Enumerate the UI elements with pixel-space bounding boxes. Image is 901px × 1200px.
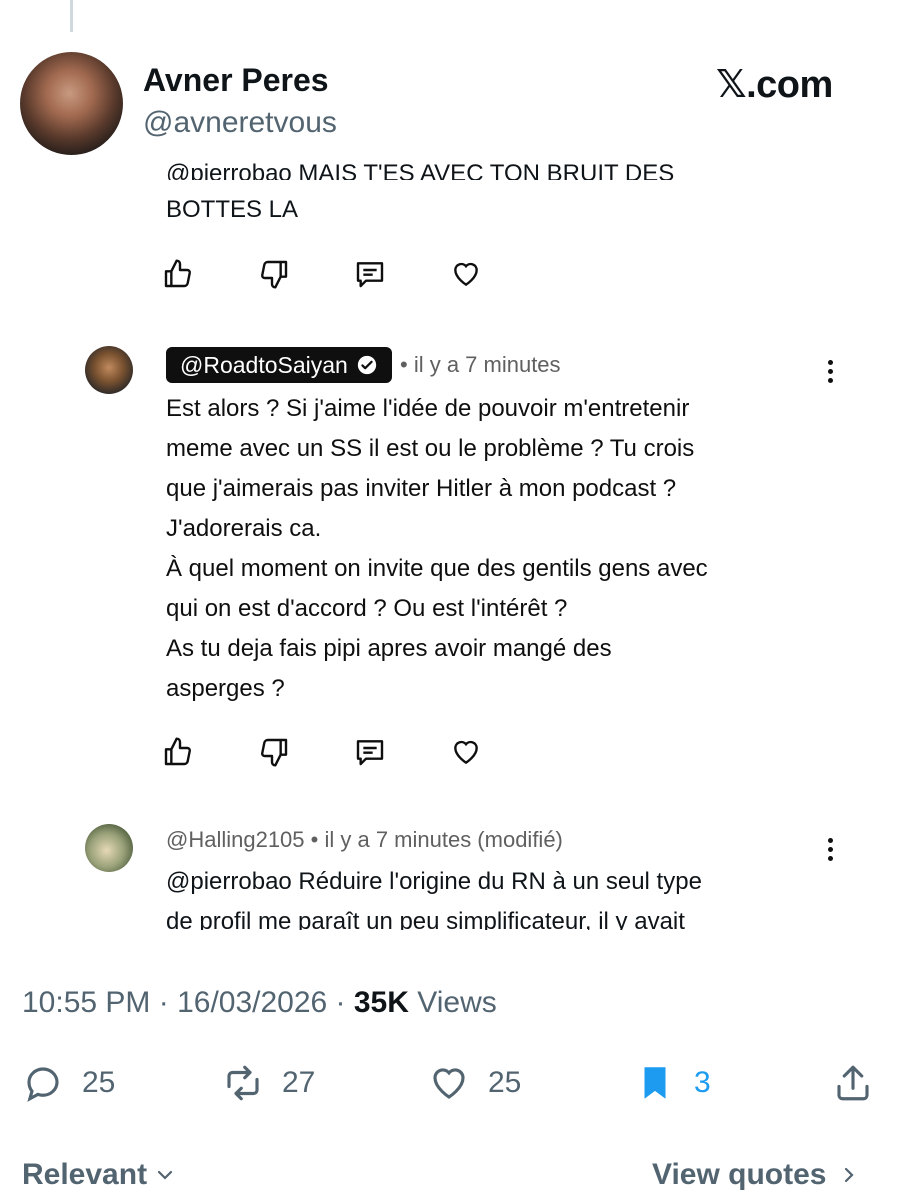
comment-body-clipped: @pierrobao Réduire l'origine du RN à un …	[166, 868, 702, 930]
sort-replies-dropdown[interactable]: Relevant	[22, 1158, 177, 1192]
bookmark-filled-icon	[644, 1067, 666, 1099]
timestamp: 10:55 PM · 16/03/2026 ·	[22, 986, 354, 1019]
reply-comment-icon[interactable]	[352, 256, 388, 292]
reply-icon	[27, 1067, 59, 1102]
chevron-down-icon	[157, 1170, 173, 1180]
share-button[interactable]	[832, 1062, 874, 1104]
comment-actions	[160, 734, 544, 770]
comment-body: Est alors ? Si j'aime l'idée de pouvoir …	[166, 395, 708, 702]
commenter-handle: @RoadtoSaiyan	[180, 351, 348, 378]
comment-actions	[160, 256, 544, 292]
like-button[interactable]: 25	[428, 1062, 521, 1104]
thread-line	[70, 0, 73, 32]
repost-button[interactable]: 27	[222, 1062, 315, 1104]
comment-meta: • il y a 7 minutes (modifié)	[310, 827, 563, 852]
share-icon	[837, 1065, 869, 1101]
thumbs-up-icon[interactable]	[160, 734, 196, 770]
more-options-icon[interactable]	[826, 360, 834, 383]
commenter-handle-badge[interactable]: @RoadtoSaiyan	[166, 347, 392, 383]
repost-icon	[227, 1065, 259, 1101]
heart-icon[interactable]	[448, 256, 484, 292]
reply-comment-icon[interactable]	[352, 734, 388, 770]
tweet-timestamp-views: 10:55 PM · 16/03/2026 · 35K Views	[22, 986, 497, 1020]
thumbs-down-icon[interactable]	[256, 256, 292, 292]
reply-button[interactable]: 25	[22, 1062, 115, 1104]
comment-meta: • il y a 7 minutes	[400, 352, 561, 377]
engagement-bar: 25 27 25 3	[22, 1062, 882, 1106]
views-label: Views	[408, 986, 497, 1019]
x-logo-label: 𝕏.com	[716, 64, 833, 106]
commenter-avatar[interactable]	[85, 346, 133, 394]
author-handle[interactable]: @avneretvous	[143, 106, 337, 140]
commenter-handle[interactable]: @Halling2105 • il y a 7 minutes (modifié…	[166, 827, 563, 853]
chevron-right-icon	[844, 1167, 854, 1183]
verified-check-icon	[357, 355, 377, 375]
heart-icon[interactable]	[448, 734, 484, 770]
author-name[interactable]: Avner Peres	[143, 62, 329, 99]
thumbs-down-icon[interactable]	[256, 734, 292, 770]
view-quotes-link[interactable]: View quotes	[652, 1158, 861, 1192]
bookmark-button[interactable]: 3	[634, 1062, 711, 1104]
more-options-icon[interactable]	[826, 838, 834, 861]
thumbs-up-icon[interactable]	[160, 256, 196, 292]
commenter-avatar[interactable]	[85, 824, 133, 872]
author-avatar[interactable]	[20, 52, 123, 155]
comment-text-end: BOTTES LA	[166, 196, 299, 223]
cut-off-comment-line: @pierrobao MAIS T'ES AVEC TON BRUIT DES	[166, 160, 675, 180]
views-count: 35K	[353, 986, 409, 1019]
heart-icon	[433, 1068, 465, 1099]
